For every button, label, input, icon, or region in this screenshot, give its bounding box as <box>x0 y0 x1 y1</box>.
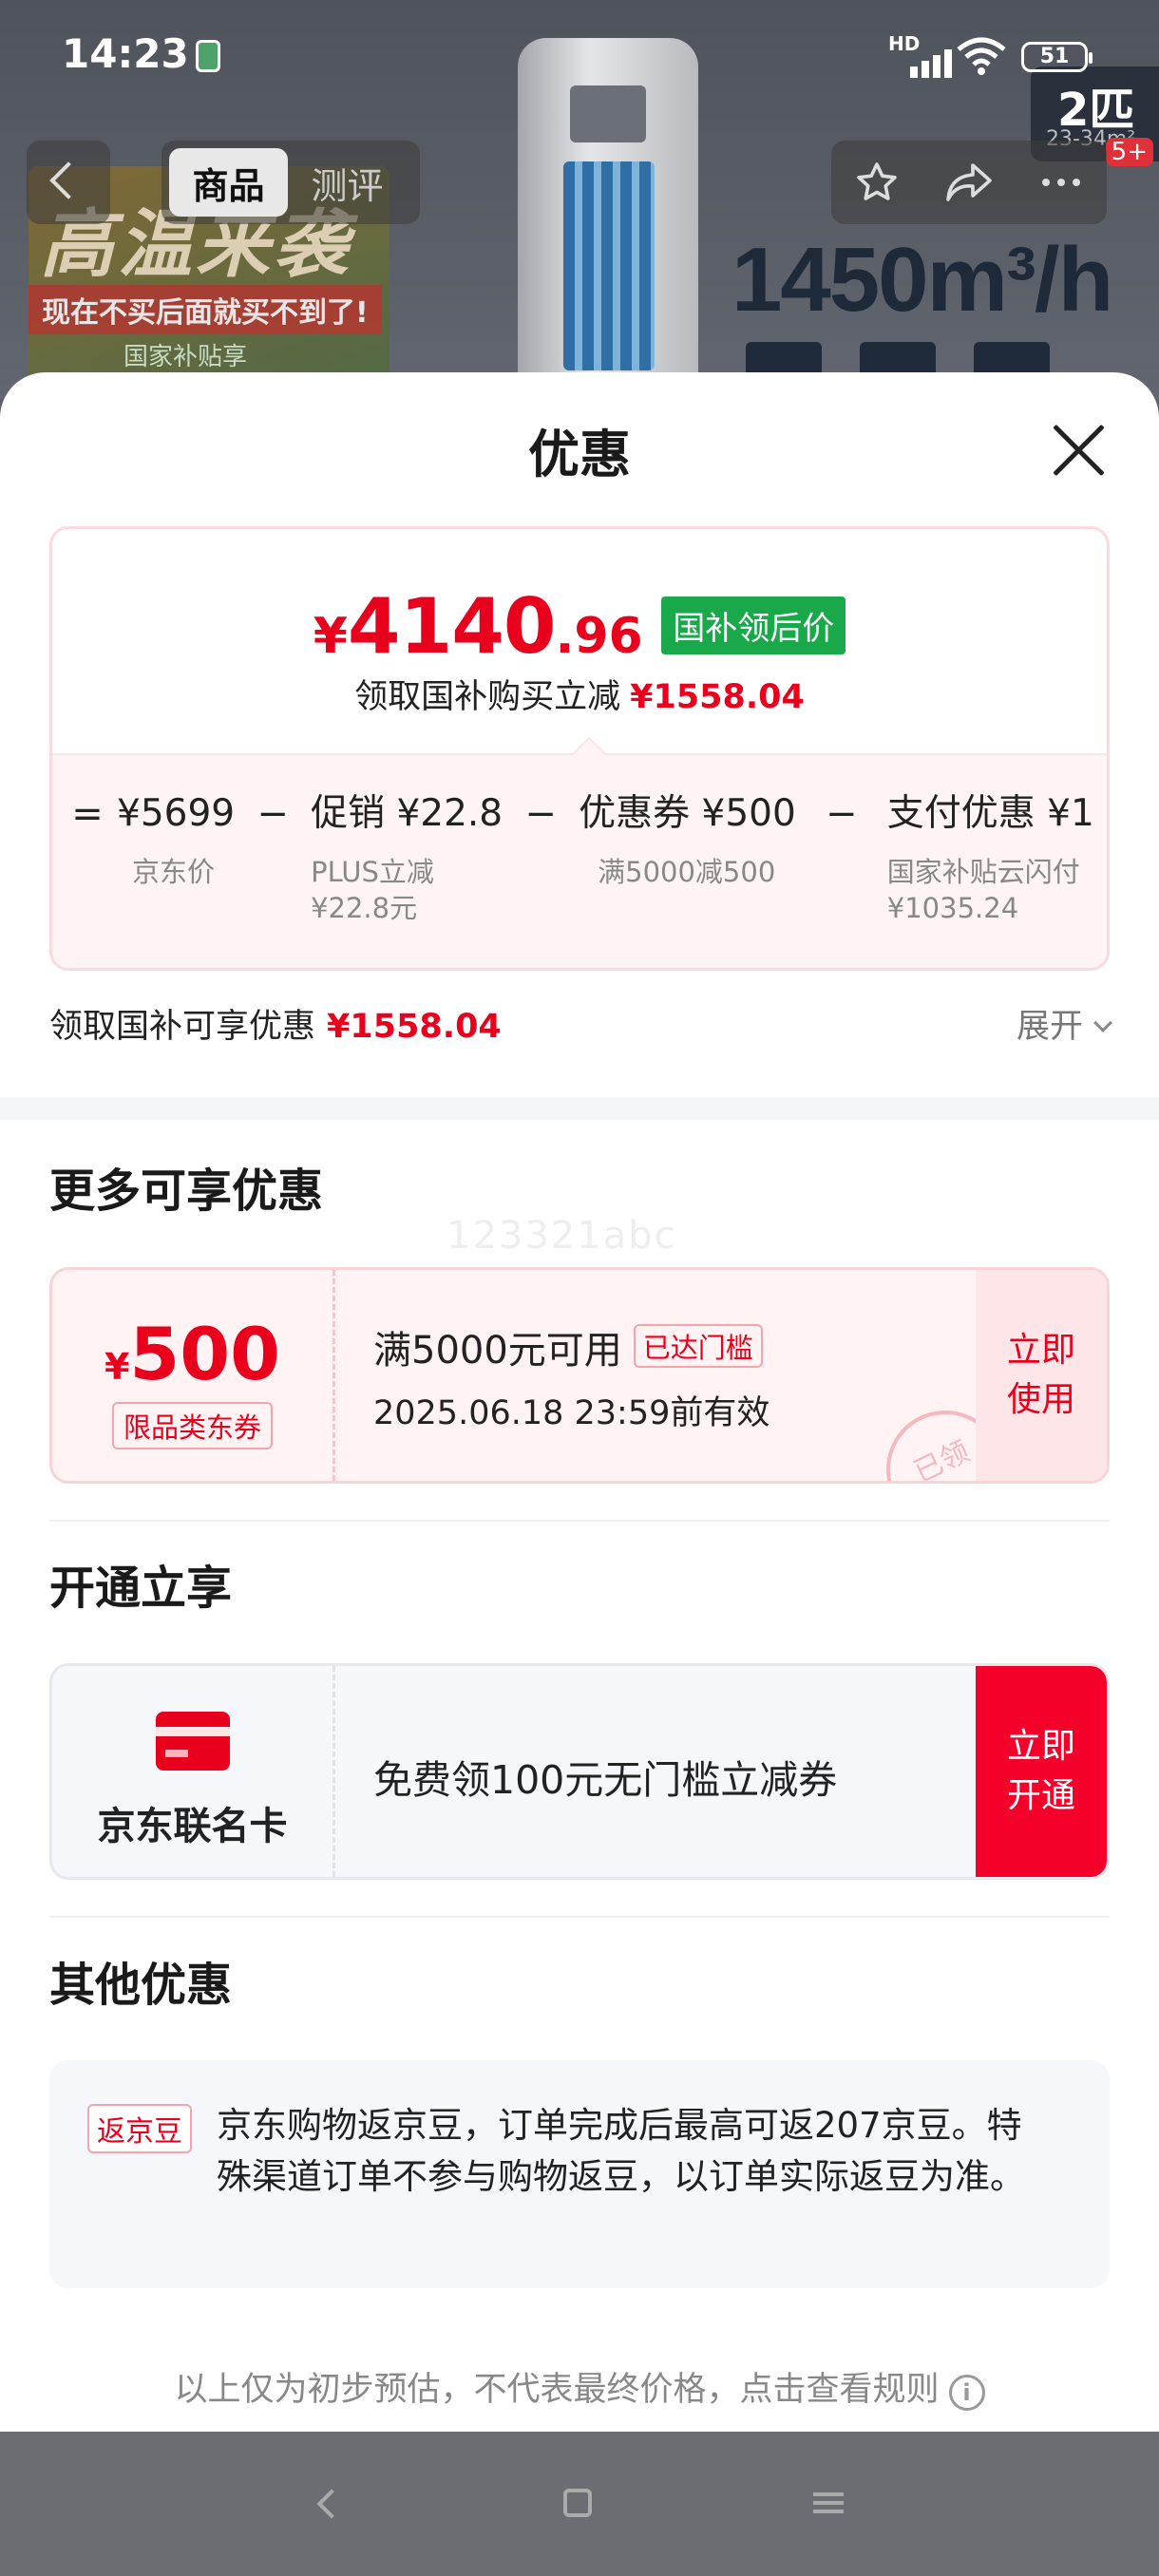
open-now-button[interactable]: 立即 开通 <box>976 1666 1107 1877</box>
chevron-down-icon <box>1093 1013 1112 1032</box>
discount-summary-row: 领取国补可享优惠 ¥1558.04 展开 <box>49 999 1112 1048</box>
minus-sign: − <box>524 792 557 836</box>
discount-summary-amount: ¥1558.04 <box>327 1008 502 1046</box>
coupon-condition: 满5000元可用 已达门槛 <box>373 1319 770 1374</box>
use-line-2: 使用 <box>1006 1380 1075 1419</box>
coupon-card: ¥500 限品类东券 满5000元可用 已达门槛 2025.06.18 23:59… <box>49 1267 1110 1484</box>
sheet-title: 优惠 <box>528 425 631 484</box>
coupon-expiry: 2025.06.18 23:59前有效 <box>373 1394 770 1432</box>
use-now-button[interactable]: 立即 使用 <box>976 1270 1107 1481</box>
section-gap <box>0 1097 1159 1120</box>
coupon-category: 限品类东券 <box>111 1402 273 1449</box>
page-tabs: 商品 测评 <box>162 141 420 224</box>
tab-product[interactable]: 商品 <box>169 148 288 217</box>
formula-label-2: ¥22.8元 <box>311 892 418 924</box>
co-brand-card-offer: 京东联名卡 免费领100元无门槛立减券 立即开通 <box>49 1663 1110 1880</box>
watermark: 123321abc <box>446 1214 677 1258</box>
formula-value: 促销 ¥22.8 <box>311 792 504 835</box>
equals-sign: = <box>71 792 104 836</box>
discount-sheet: 优惠 ¥4140.96 国补领后价 领取国补购买立减 ¥1558.04 = ¥56… <box>0 372 1159 2432</box>
formula-item-payment: 支付优惠 ¥1 国家补贴云闪付 ¥1035.24 <box>887 787 1094 926</box>
device-vent <box>563 161 655 370</box>
favorite-star-icon[interactable] <box>844 149 910 216</box>
more-discounts-title: 更多可享优惠 <box>49 1165 324 1218</box>
divider <box>49 1520 1110 1522</box>
discount-summary-label: 领取国补可享优惠 <box>49 1008 316 1046</box>
wifi-icon <box>955 36 1008 80</box>
formula-item-promotion: 促销 ¥22.8 PLUS立减 ¥22.8元 <box>311 787 503 926</box>
coupon-condition-text: 满5000元可用 <box>373 1329 622 1373</box>
more-icon[interactable] <box>1028 149 1094 216</box>
divider <box>49 1916 1110 1918</box>
price-breakdown-card: ¥4140.96 国补领后价 领取国补购买立减 ¥1558.04 = ¥5699 … <box>49 526 1110 971</box>
reduction-label: 领取国补购买立减 <box>354 678 621 716</box>
rebate-tag: 返京豆 <box>87 2104 192 2153</box>
jd-bean-rebate: 返京豆 京东购物返京豆，订单完成后最高可返207京豆。特殊渠道订单不参与购物返豆… <box>49 2060 1110 2288</box>
formula-value: ¥5699 <box>117 792 236 835</box>
price-formula: = ¥5699 京东价 − 促销 ¥22.8 PLUS立减 ¥22.8元 − 优… <box>52 753 1107 968</box>
rebate-text: 京东购物返京豆，订单完成后最高可返207京豆。特殊渠道订单不参与购物返豆，以订单… <box>217 2105 1025 2197</box>
formula-label: 满5000减500 <box>598 856 776 888</box>
price-currency: ¥ <box>313 608 348 665</box>
gov-subsidy-tag: 国补领后价 <box>661 597 846 654</box>
coupon-number: 500 <box>129 1312 281 1396</box>
expand-button[interactable]: 展开 <box>1016 999 1112 1048</box>
coupon-currency: ¥ <box>104 1346 130 1388</box>
close-icon[interactable] <box>1050 422 1107 479</box>
formula-item-coupon: 优惠券 ¥500 满5000减500 <box>579 787 796 926</box>
airflow-spec: 1450m³/h <box>732 229 1113 331</box>
final-price: ¥4140.96 国补领后价 <box>52 582 1107 671</box>
back-button[interactable] <box>27 141 110 224</box>
use-line-1: 立即 <box>1006 1331 1075 1370</box>
credit-card-icon <box>156 1712 230 1771</box>
expand-label: 展开 <box>1016 1008 1083 1046</box>
tab-review[interactable]: 测评 <box>288 148 407 217</box>
reduction-amount: ¥1558.04 <box>630 678 805 716</box>
formula-label-2: ¥1035.24 <box>886 892 1019 924</box>
battery-icon: 51 <box>1021 42 1092 72</box>
formula-row: = ¥5699 京东价 − 促销 ¥22.8 PLUS立减 ¥22.8元 − 优… <box>58 787 1094 926</box>
system-home-icon[interactable] <box>563 2489 592 2517</box>
card-offer-desc: 免费领100元无门槛立减券 <box>373 1757 838 1803</box>
system-nav-bar <box>0 2432 1159 2576</box>
card-brand: 京东联名卡 <box>52 1666 335 1877</box>
coupon-details: 满5000元可用 已达门槛 2025.06.18 23:59前有效 <box>373 1319 770 1434</box>
price-integer: 4140 <box>347 582 557 671</box>
card-name: 京东联名卡 <box>97 1805 288 1848</box>
promo-gov-text: 国家补贴享 <box>124 343 248 371</box>
price-summary: ¥4140.96 国补领后价 领取国补购买立减 ¥1558.04 <box>52 529 1107 753</box>
formula-label: PLUS立减 <box>311 856 434 888</box>
info-icon: i <box>948 2375 985 2411</box>
formula-value: 支付优惠 ¥1 <box>886 792 1094 835</box>
formula-item-jd-price: ¥5699 京东价 <box>117 787 235 926</box>
minus-sign: − <box>256 792 289 836</box>
system-back-icon[interactable] <box>316 2489 347 2519</box>
sim-icon <box>196 40 220 72</box>
status-bar: 14:23 HD 51 <box>0 0 1159 114</box>
footnote-text: 以上仅为初步预估，不代表最终价格，点击查看规则 <box>174 2371 940 2409</box>
reduction-line: 领取国补购买立减 ¥1558.04 <box>52 670 1107 718</box>
spec-count-badge: 5+ <box>1105 138 1153 166</box>
rules-footnote[interactable]: 以上仅为初步预估，不代表最终价格，点击查看规则 i <box>0 2362 1159 2411</box>
price-decimal: .96 <box>555 608 643 665</box>
page-actions <box>831 141 1107 224</box>
promo-subtitle: 现在不买后面就买不到了! <box>28 285 382 334</box>
system-menu-icon[interactable] <box>813 2492 844 2513</box>
coupon-amount: ¥500 <box>52 1312 332 1396</box>
open-offer-title: 开通立享 <box>49 1562 233 1615</box>
share-icon[interactable] <box>936 149 1002 216</box>
formula-value: 优惠券 ¥500 <box>579 792 796 835</box>
minus-sign: − <box>826 792 858 836</box>
formula-label: 京东价 <box>132 856 216 888</box>
open-line-2: 开通 <box>1006 1776 1075 1815</box>
open-line-1: 立即 <box>1006 1727 1075 1766</box>
threshold-badge: 已达门槛 <box>633 1324 763 1368</box>
signal-icon <box>910 49 952 78</box>
back-arrow-icon <box>49 161 87 199</box>
other-discounts-title: 其他优惠 <box>49 1959 233 2012</box>
status-time: 14:23 <box>62 30 189 77</box>
coupon-value: ¥500 限品类东券 <box>52 1270 335 1481</box>
formula-label: 国家补贴云闪付 <box>886 856 1080 888</box>
